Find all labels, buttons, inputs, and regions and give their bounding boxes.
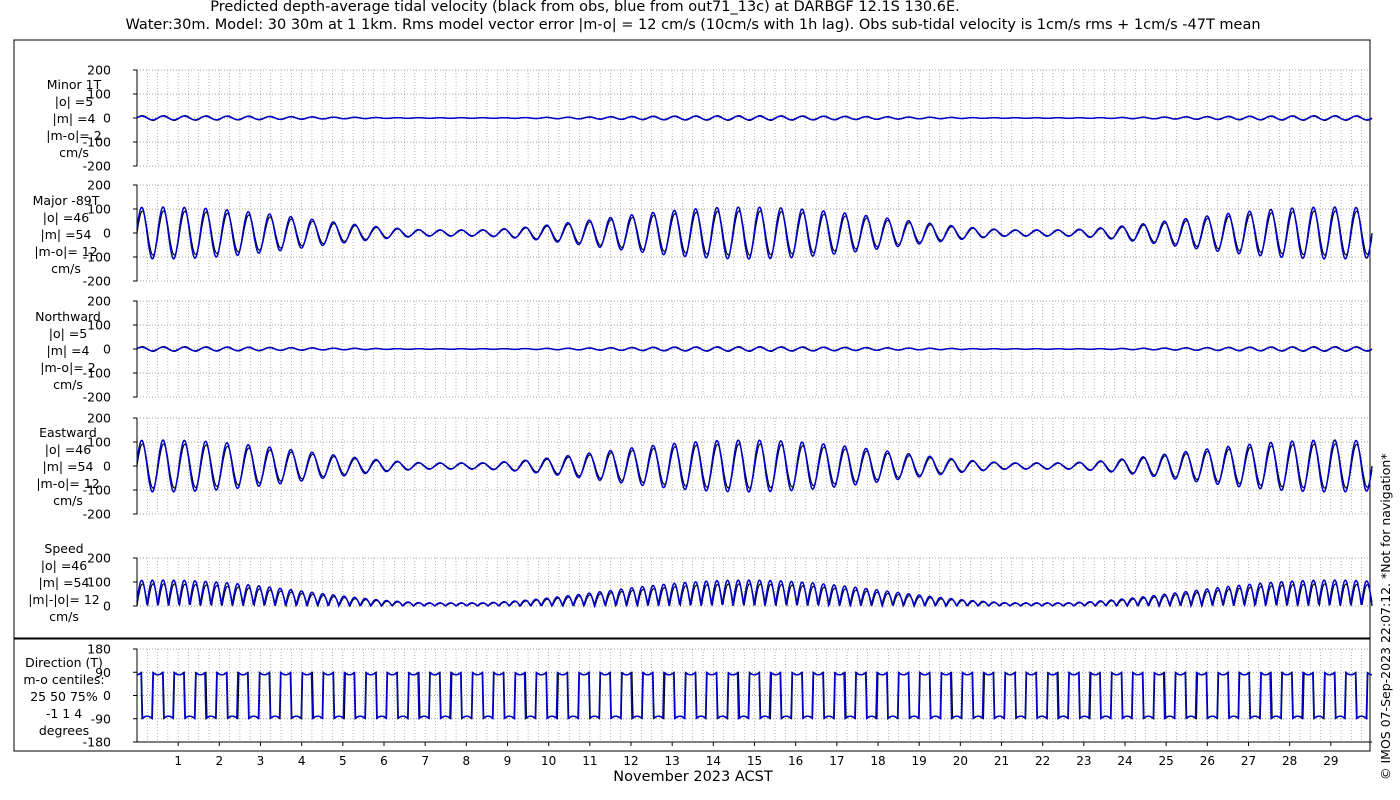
panel-label-line: cm/s (51, 261, 81, 276)
panel-label-line: |m| =54 (42, 459, 94, 474)
panel-label-line: |m-o|= 2 (40, 360, 96, 375)
panel-label-line: |o| =46 (42, 210, 90, 225)
x-tick-label: 9 (504, 754, 512, 768)
x-tick-label: 29 (1323, 754, 1338, 768)
panel-label-eastward: Eastward |o| =46 |m| =54 |m-o|= 12 cm/s (8, 424, 128, 509)
panel-label-speed: Speed |o| =46 |m| =54 |m|-|o|= 12 cm/s (4, 540, 124, 625)
direction-frame (13, 638, 1371, 752)
panel-label-line: Speed (44, 541, 84, 556)
panel-label-line: |m-o|= 12 (36, 476, 100, 491)
panel-label-minor: Minor 1T |o| =5 |m| =4 |m-o|= 2 cm/s (14, 76, 134, 161)
panel-label-line: Eastward (39, 425, 97, 440)
panel-label-line: |m|-|o|= 12 (28, 592, 100, 607)
panel-label-direction: Direction (T) m-o centiles: 25 50 75% -1 1 … (4, 654, 124, 739)
panel-label-line: cm/s (53, 493, 83, 508)
panel-label-line: m-o centiles: (23, 672, 105, 687)
x-tick-label: 14 (706, 754, 721, 768)
panel-label-line: |o| =5 (54, 94, 94, 109)
panel-label-line: |o| =46 (40, 558, 88, 573)
panel-label-major: Major -89T |o| =46 |m| =54 |m-o|= 12 cm/s (6, 192, 126, 277)
credit-text: © IMOS 07-Sep-2023 22:07:12. *Not for na… (1378, 453, 1393, 780)
panel-label-line: Minor 1T (46, 77, 102, 92)
panel-label-line: cm/s (53, 377, 83, 392)
series-model-speed (136, 579, 1373, 609)
x-tick-label: 6 (380, 754, 388, 768)
x-tick-label: 7 (421, 754, 429, 768)
y-tick-label: 200 (87, 178, 111, 193)
tidal-velocity-chart: -200-1000100200-200-1000100200-200-10001… (13, 39, 1373, 768)
x-tick-label: 17 (829, 754, 844, 768)
x-tick-label: 11 (582, 754, 597, 768)
x-tick-label: 25 (1159, 754, 1174, 768)
x-tick-label: 23 (1076, 754, 1091, 768)
x-tick-label: 13 (665, 754, 680, 768)
x-tick-label: 8 (463, 754, 471, 768)
x-tick-label: 5 (339, 754, 347, 768)
panel-direction: -180-90090180 (83, 642, 1373, 750)
x-tick-label: 22 (1035, 754, 1050, 768)
panel-label-northward: Northward |o| =5 |m| =4 |m-o|= 2 cm/s (8, 308, 128, 393)
panel-label-line: cm/s (59, 145, 89, 160)
panel-minor: -200-1000100200 (83, 63, 1373, 174)
x-tick-label: 20 (953, 754, 968, 768)
panel-label-line: cm/s (49, 609, 79, 624)
x-tick-label: 26 (1200, 754, 1215, 768)
panel-label-line: degrees (38, 723, 90, 738)
panel-label-line: |m-o|= 2 (46, 128, 102, 143)
x-tick-label: 3 (257, 754, 265, 768)
panel-label-line: |o| =46 (44, 442, 92, 457)
x-tick-label: 18 (870, 754, 885, 768)
panel-label-line: |m-o|= 12 (34, 244, 98, 259)
panel-major: -200-1000100200 (83, 178, 1373, 289)
panel-label-line: |m| =4 (46, 343, 90, 358)
x-tick-label: 19 (912, 754, 927, 768)
x-axis: 1 2 3 4 5 6 7 8 9 10 11 12 13 14 15 16 17 18 19 20 21 22 23 24 2… (137, 741, 1372, 768)
x-tick-label: 15 (747, 754, 762, 768)
x-tick-label: 21 (994, 754, 1009, 768)
x-tick-label: 2 (216, 754, 224, 768)
panel-label-line: |m| =4 (52, 111, 96, 126)
x-tick-label: 10 (541, 754, 556, 768)
y-tick-label: 200 (87, 294, 111, 309)
panel-label-line: Direction (T) (25, 655, 103, 670)
upper-frame (13, 39, 1371, 639)
panel-label-line: Northward (35, 309, 101, 324)
x-tick-label: 24 (1117, 754, 1132, 768)
x-tick-label: 16 (788, 754, 803, 768)
x-tick-label: 1 (174, 754, 182, 768)
panel-eastward: -200-1000100200 (83, 411, 1373, 522)
panel-label-line: |m| =54 (40, 227, 92, 242)
x-tick-label: 12 (623, 754, 638, 768)
panel-label-line: |o| =5 (48, 326, 88, 341)
panel-label-line: -1 1 4 (45, 706, 83, 721)
panel-speed: 0100200 (87, 551, 1373, 614)
panel-label-line: |m| =54 (38, 575, 90, 590)
x-tick-label: 4 (298, 754, 306, 768)
x-tick-label: 28 (1282, 754, 1297, 768)
panel-northward: -200-1000100200 (83, 294, 1373, 405)
panel-label-line: 25 50 75% (30, 689, 98, 704)
x-axis-label: November 2023 ACST (613, 769, 773, 785)
panel-label-line: Major -89T (32, 193, 100, 208)
x-tick-label: 27 (1241, 754, 1256, 768)
